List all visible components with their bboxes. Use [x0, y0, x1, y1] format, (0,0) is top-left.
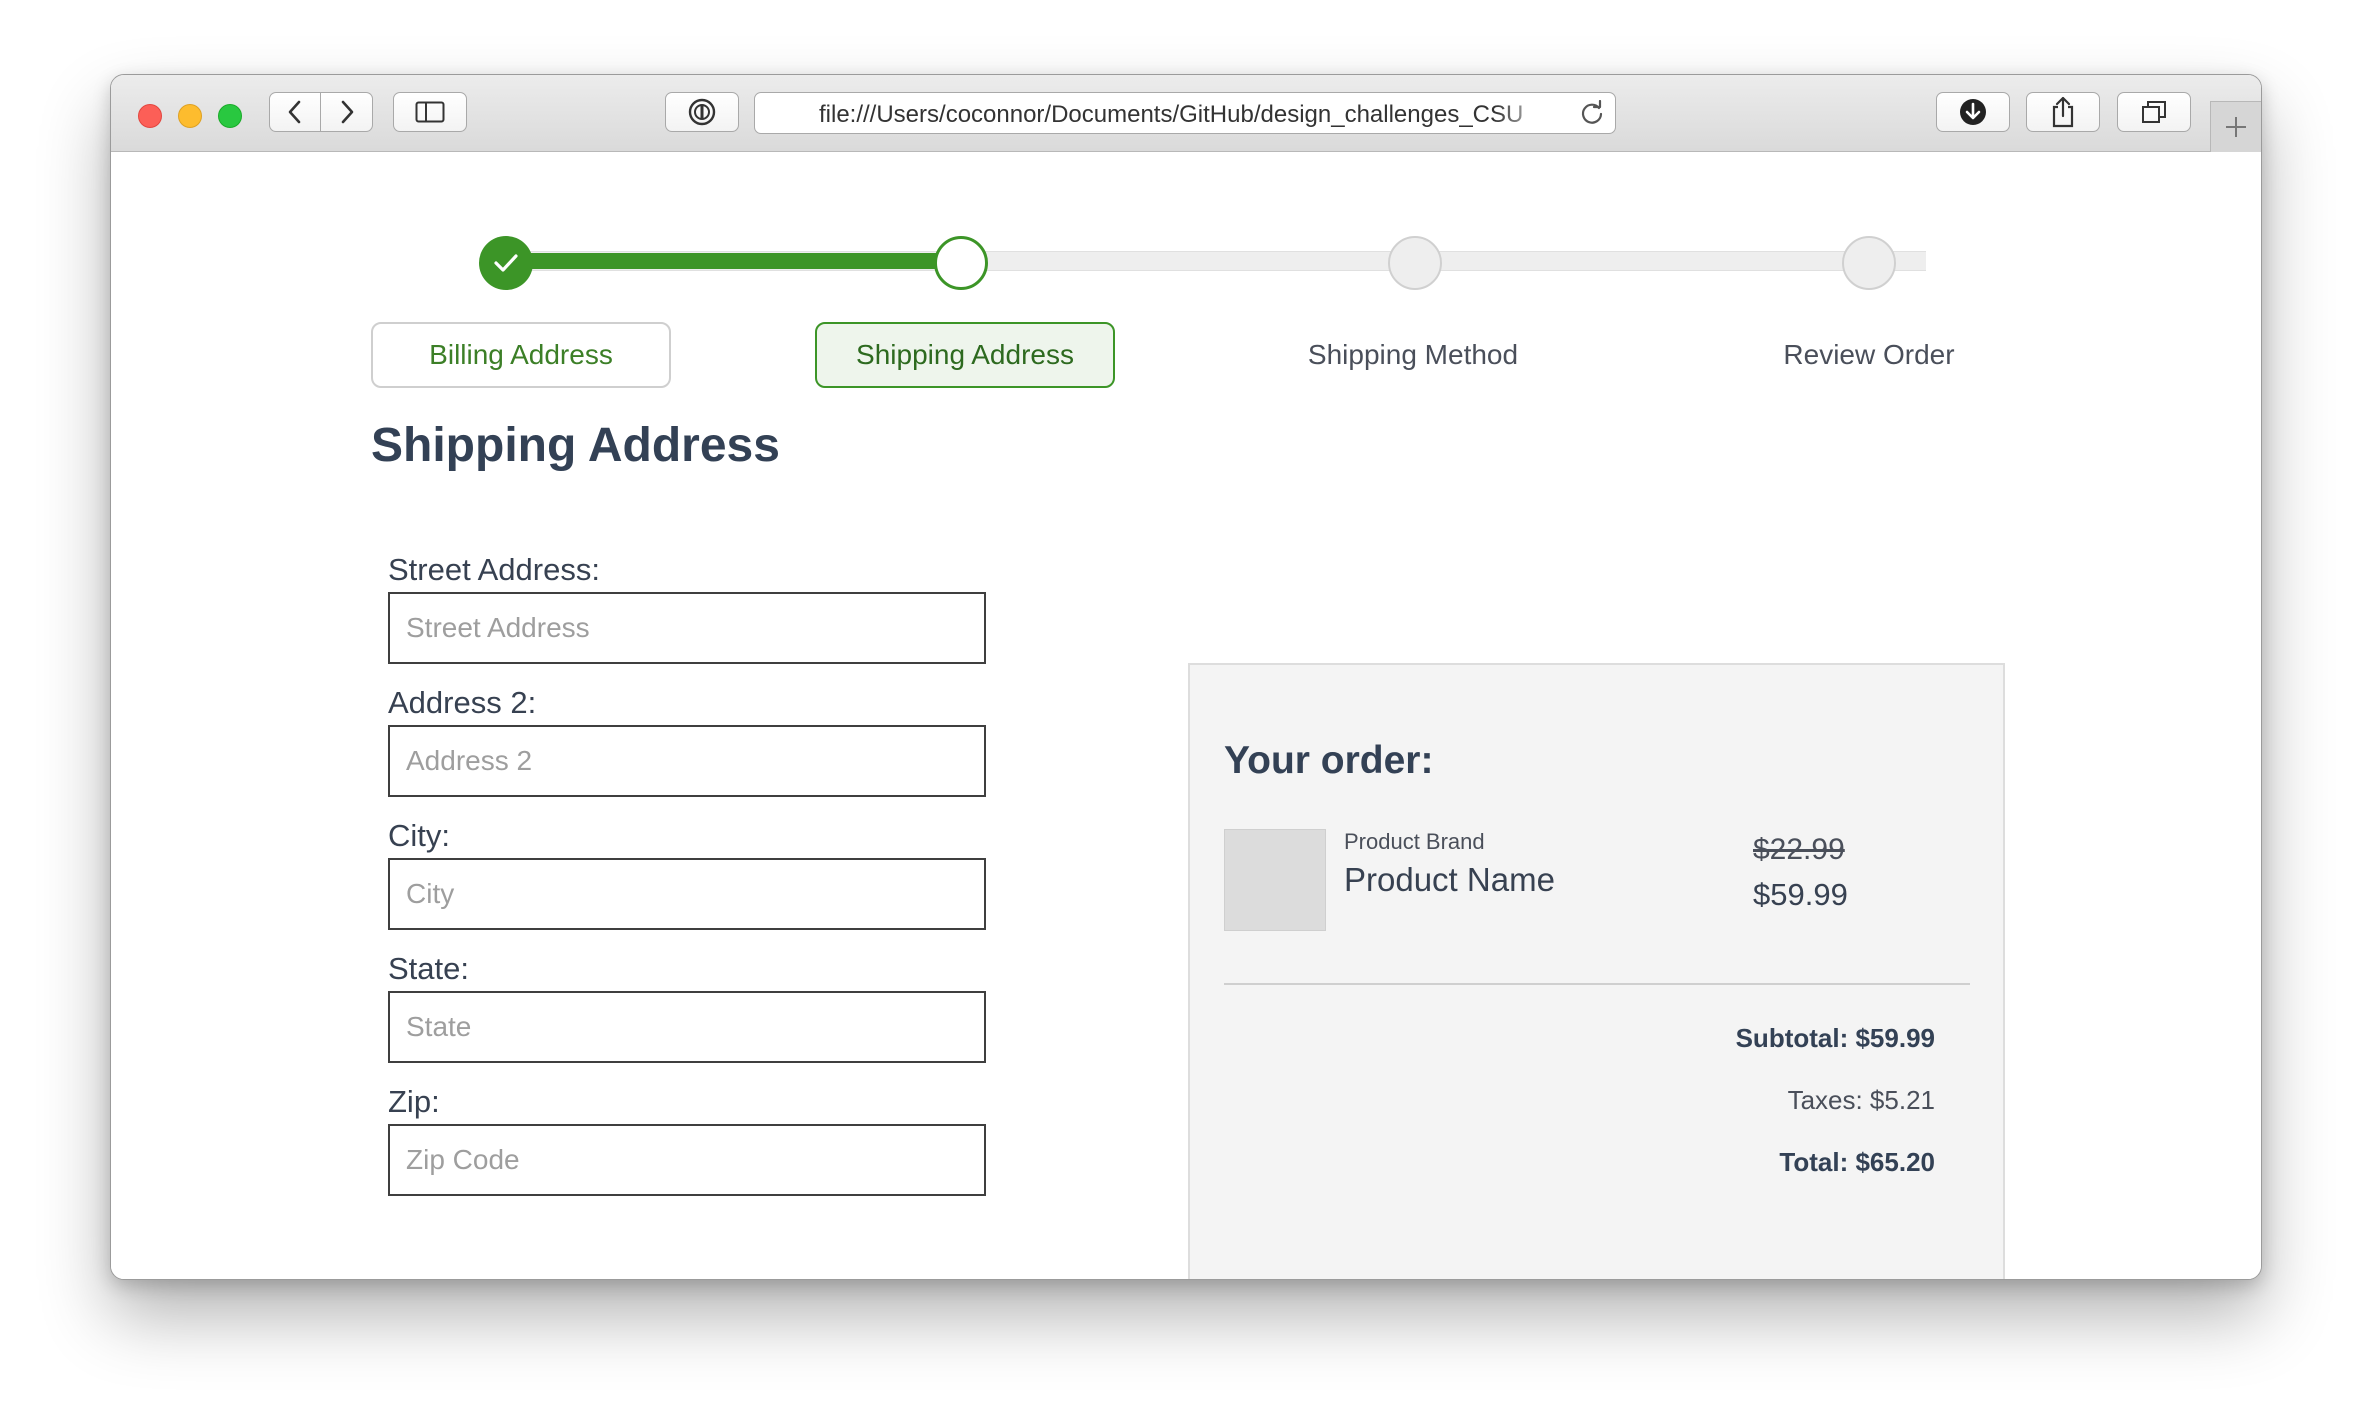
sidebar-icon [415, 101, 445, 123]
forward-button[interactable] [321, 92, 373, 132]
page-title: Shipping Address [371, 419, 780, 472]
sale-price: $59.99 [1753, 877, 1848, 912]
tabs-icon [2142, 101, 2166, 123]
order-summary-panel: Your order: Product Brand Product Name $… [1188, 663, 2005, 1279]
chevron-right-icon [341, 100, 353, 124]
progress-fill [506, 253, 961, 269]
checkmark-icon [494, 254, 518, 272]
new-tab-button[interactable] [2210, 101, 2261, 152]
share-button[interactable] [2026, 92, 2100, 132]
street-address-input[interactable] [388, 592, 986, 664]
browser-toolbar: file:///Users/coconnor/Documents/GitHub/… [111, 75, 2261, 152]
browser-window: file:///Users/coconnor/Documents/GitHub/… [110, 74, 2262, 1280]
tab-overview-button[interactable] [2117, 92, 2191, 132]
step-billing-address[interactable]: Billing Address [371, 322, 671, 388]
zip-label: Zip: [388, 1084, 440, 1119]
close-window-button[interactable] [138, 104, 162, 128]
city-label: City: [388, 818, 450, 853]
order-heading: Your order: [1224, 739, 1434, 782]
order-divider [1224, 983, 1970, 985]
street-address-label: Street Address: [388, 552, 600, 587]
taxes: Taxes: $5.21 [1787, 1085, 1935, 1115]
original-price: $22.99 [1753, 833, 1845, 866]
step-shipping-address[interactable]: Shipping Address [815, 322, 1115, 388]
product-name: Product Name [1344, 861, 1555, 898]
minimize-window-button[interactable] [178, 104, 202, 128]
address-bar[interactable]: file:///Users/coconnor/Documents/GitHub/… [754, 92, 1616, 134]
step-review-order[interactable]: Review Order [1719, 322, 2019, 388]
state-input[interactable] [388, 991, 986, 1063]
subtotal: Subtotal: $59.99 [1735, 1023, 1935, 1053]
state-label: State: [388, 951, 469, 986]
step-node-billing [479, 236, 533, 290]
sidebar-toggle-button[interactable] [393, 92, 467, 132]
step-node-review-order [1842, 236, 1896, 290]
url-text[interactable]: file:///Users/coconnor/Documents/GitHub/… [819, 101, 1554, 129]
chevron-left-icon [288, 100, 301, 124]
password-manager-button[interactable] [665, 92, 739, 132]
back-button[interactable] [269, 92, 321, 132]
step-shipping-method[interactable]: Shipping Method [1263, 322, 1563, 388]
plus-icon [2226, 117, 2246, 137]
download-icon [1960, 99, 1986, 125]
address-2-input[interactable] [388, 725, 986, 797]
address-2-label: Address 2: [388, 685, 537, 720]
total: Total: $65.20 [1779, 1147, 1935, 1177]
product-thumbnail [1224, 829, 1326, 931]
step-node-shipping-method [1388, 236, 1442, 290]
maximize-window-button[interactable] [218, 104, 242, 128]
city-input[interactable] [388, 858, 986, 930]
downloads-button[interactable] [1936, 92, 2010, 132]
product-brand: Product Brand [1344, 829, 1485, 854]
zip-code-input[interactable] [388, 1124, 986, 1196]
password-manager-icon [688, 98, 716, 126]
share-icon [2052, 96, 2074, 128]
reload-icon[interactable] [1579, 100, 1605, 126]
step-node-shipping-address [934, 236, 988, 290]
page-content: Billing Address Shipping Address Shippin… [111, 152, 2261, 1279]
